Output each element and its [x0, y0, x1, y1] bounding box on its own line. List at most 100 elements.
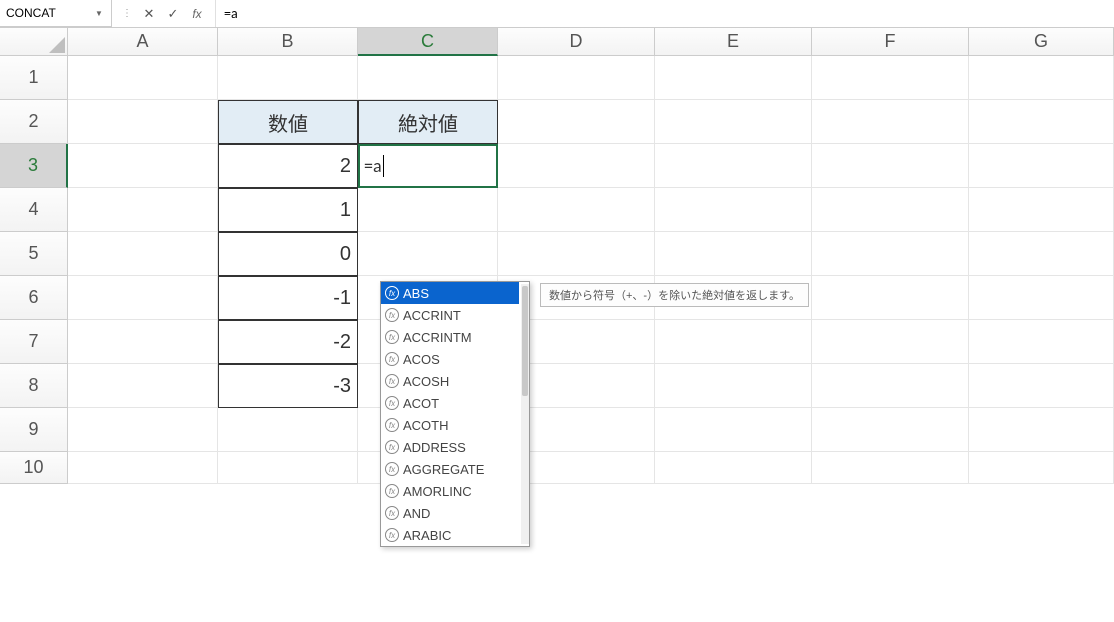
cell-d4[interactable] — [498, 188, 655, 232]
cell-a2[interactable] — [68, 100, 218, 144]
row-header-7[interactable]: 7 — [0, 320, 68, 364]
column-header-d[interactable]: D — [498, 28, 655, 56]
row-header-6[interactable]: 6 — [0, 276, 68, 320]
cell-d5[interactable] — [498, 232, 655, 276]
cell-g7[interactable] — [969, 320, 1114, 364]
autocomplete-item-acosh[interactable]: fxACOSH — [381, 370, 519, 392]
cell-e5[interactable] — [655, 232, 812, 276]
cell-a4[interactable] — [68, 188, 218, 232]
insert-function-button[interactable]: fx — [185, 3, 209, 25]
cell-f7[interactable] — [812, 320, 969, 364]
cell-g2[interactable] — [969, 100, 1114, 144]
autocomplete-item-amorlinc[interactable]: fxAMORLINC — [381, 480, 519, 502]
cell-f9[interactable] — [812, 408, 969, 452]
cell-d2[interactable] — [498, 100, 655, 144]
name-box-input[interactable] — [0, 6, 90, 20]
row-header-1[interactable]: 1 — [0, 56, 68, 100]
cell-b5[interactable]: 0 — [218, 232, 358, 276]
column-header-c[interactable]: C — [358, 28, 498, 56]
cell-g8[interactable] — [969, 364, 1114, 408]
cell-g6[interactable] — [969, 276, 1114, 320]
cell-g10[interactable] — [969, 452, 1114, 484]
row-header-8[interactable]: 8 — [0, 364, 68, 408]
row-header-5[interactable]: 5 — [0, 232, 68, 276]
cell-b1[interactable] — [218, 56, 358, 100]
cell-c3[interactable]: =a — [358, 144, 498, 188]
cell-d3[interactable] — [498, 144, 655, 188]
cell-b7[interactable]: -2 — [218, 320, 358, 364]
row-header-3[interactable]: 3 — [0, 144, 68, 188]
cell-e3[interactable] — [655, 144, 812, 188]
cell-f5[interactable] — [812, 232, 969, 276]
autocomplete-item-arabic[interactable]: fxARABIC — [381, 524, 519, 546]
autocomplete-item-abs[interactable]: fxABS — [381, 282, 519, 304]
enter-button[interactable]: ✓ — [161, 3, 185, 25]
cell-b3[interactable]: 2 — [218, 144, 358, 188]
cell-g5[interactable] — [969, 232, 1114, 276]
cell-a3[interactable] — [68, 144, 218, 188]
cell-g1[interactable] — [969, 56, 1114, 100]
cell-c2[interactable]: 絶対値 — [358, 100, 498, 144]
cell-f10[interactable] — [812, 452, 969, 484]
cell-f6[interactable] — [812, 276, 969, 320]
cell-b9[interactable] — [218, 408, 358, 452]
row-header-10[interactable]: 10 — [0, 452, 68, 484]
column-header-g[interactable]: G — [969, 28, 1114, 56]
cell-a10[interactable] — [68, 452, 218, 484]
cell-f3[interactable] — [812, 144, 969, 188]
cell-e2[interactable] — [655, 100, 812, 144]
cell-e4[interactable] — [655, 188, 812, 232]
cell-c4[interactable] — [358, 188, 498, 232]
cell-f1[interactable] — [812, 56, 969, 100]
cell-c1[interactable] — [358, 56, 498, 100]
autocomplete-item-label: ACOTH — [403, 418, 449, 433]
autocomplete-item-aggregate[interactable]: fxAGGREGATE — [381, 458, 519, 480]
column-header-a[interactable]: A — [68, 28, 218, 56]
autocomplete-item-and[interactable]: fxAND — [381, 502, 519, 524]
column-header-f[interactable]: F — [812, 28, 969, 56]
cancel-button[interactable]: ✕ — [137, 3, 161, 25]
column-header-b[interactable]: B — [218, 28, 358, 56]
row-header-2[interactable]: 2 — [0, 100, 68, 144]
cell-b4[interactable]: 1 — [218, 188, 358, 232]
autocomplete-item-address[interactable]: fxADDRESS — [381, 436, 519, 458]
cell-b8[interactable]: -3 — [218, 364, 358, 408]
autocomplete-scrollbar[interactable] — [521, 284, 529, 544]
autocomplete-scroll-thumb[interactable] — [522, 286, 528, 396]
cell-b6[interactable]: -1 — [218, 276, 358, 320]
cell-e1[interactable] — [655, 56, 812, 100]
cell-e9[interactable] — [655, 408, 812, 452]
formula-input[interactable] — [216, 0, 1114, 27]
cell-d1[interactable] — [498, 56, 655, 100]
autocomplete-item-acos[interactable]: fxACOS — [381, 348, 519, 370]
cell-g3[interactable] — [969, 144, 1114, 188]
cell-f2[interactable] — [812, 100, 969, 144]
cell-b2[interactable]: 数値 — [218, 100, 358, 144]
cell-a8[interactable] — [68, 364, 218, 408]
cell-e10[interactable] — [655, 452, 812, 484]
cell-b10[interactable] — [218, 452, 358, 484]
autocomplete-item-acoth[interactable]: fxACOTH — [381, 414, 519, 436]
name-box[interactable]: ▼ — [0, 0, 112, 27]
autocomplete-item-accrintm[interactable]: fxACCRINTM — [381, 326, 519, 348]
cell-a5[interactable] — [68, 232, 218, 276]
autocomplete-item-accrint[interactable]: fxACCRINT — [381, 304, 519, 326]
cell-f4[interactable] — [812, 188, 969, 232]
row-header-4[interactable]: 4 — [0, 188, 68, 232]
cell-a1[interactable] — [68, 56, 218, 100]
cell-a7[interactable] — [68, 320, 218, 364]
drag-handle-icon[interactable]: ⋮ — [118, 8, 137, 19]
cell-a9[interactable] — [68, 408, 218, 452]
cell-e7[interactable] — [655, 320, 812, 364]
cell-e8[interactable] — [655, 364, 812, 408]
autocomplete-item-acot[interactable]: fxACOT — [381, 392, 519, 414]
cell-c5[interactable] — [358, 232, 498, 276]
column-header-e[interactable]: E — [655, 28, 812, 56]
name-box-dropdown-icon[interactable]: ▼ — [90, 9, 108, 18]
cell-f8[interactable] — [812, 364, 969, 408]
row-header-9[interactable]: 9 — [0, 408, 68, 452]
cell-a6[interactable] — [68, 276, 218, 320]
cell-g4[interactable] — [969, 188, 1114, 232]
select-all-corner[interactable] — [0, 28, 68, 56]
cell-g9[interactable] — [969, 408, 1114, 452]
